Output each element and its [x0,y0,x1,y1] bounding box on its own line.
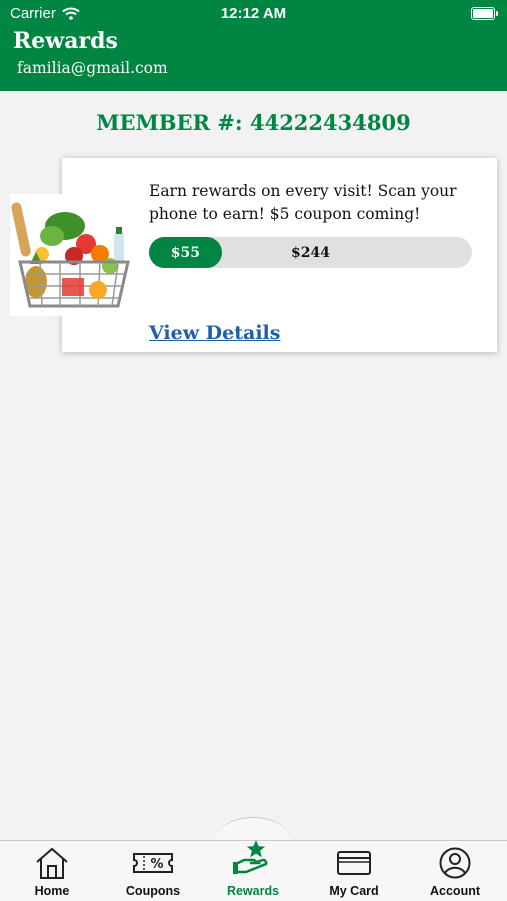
progress-fill: $55 [149,237,222,268]
reward-description: Earn rewards on every visit! Scan your p… [149,182,457,223]
svg-text:%: % [150,857,163,872]
progress-current-label: $55 [170,244,200,261]
coupon-icon: % [133,853,173,873]
home-icon [36,847,68,879]
status-time: 12:12 AM [220,5,287,22]
tab-my-card[interactable]: My Card [304,840,404,900]
battery-icon [471,7,498,20]
header-bar: Carrier 12:12 AM Rewards familia@gmail.c… [0,0,507,91]
reward-progress-bar: $244 $55 [149,237,472,268]
status-bar: Carrier 12:12 AM [0,0,507,28]
tab-coupons[interactable]: % Coupons [103,840,203,900]
account-icon [439,847,471,879]
rewards-icon [233,840,268,874]
tab-rewards[interactable]: Rewards [203,840,303,900]
tab-my-card-label: My Card [329,884,379,898]
tab-home-label: Home [34,884,70,898]
tab-rewards-label: Rewards [226,884,280,898]
tab-account-label: Account [430,884,480,898]
tab-coupons-label: Coupons [125,884,181,898]
page-title: Rewards [13,28,118,54]
member-label: MEMBER #: [96,110,243,135]
member-number: MEMBER #: 44222434809 [0,110,507,135]
view-details-link[interactable]: View Details [149,322,280,344]
grocery-basket-image [10,194,138,316]
tab-account[interactable]: Account [405,840,505,900]
card-icon [337,851,371,875]
member-id: 44222434809 [249,110,411,135]
user-email: familia@gmail.com [17,59,168,77]
tab-home[interactable]: Home [2,840,102,900]
